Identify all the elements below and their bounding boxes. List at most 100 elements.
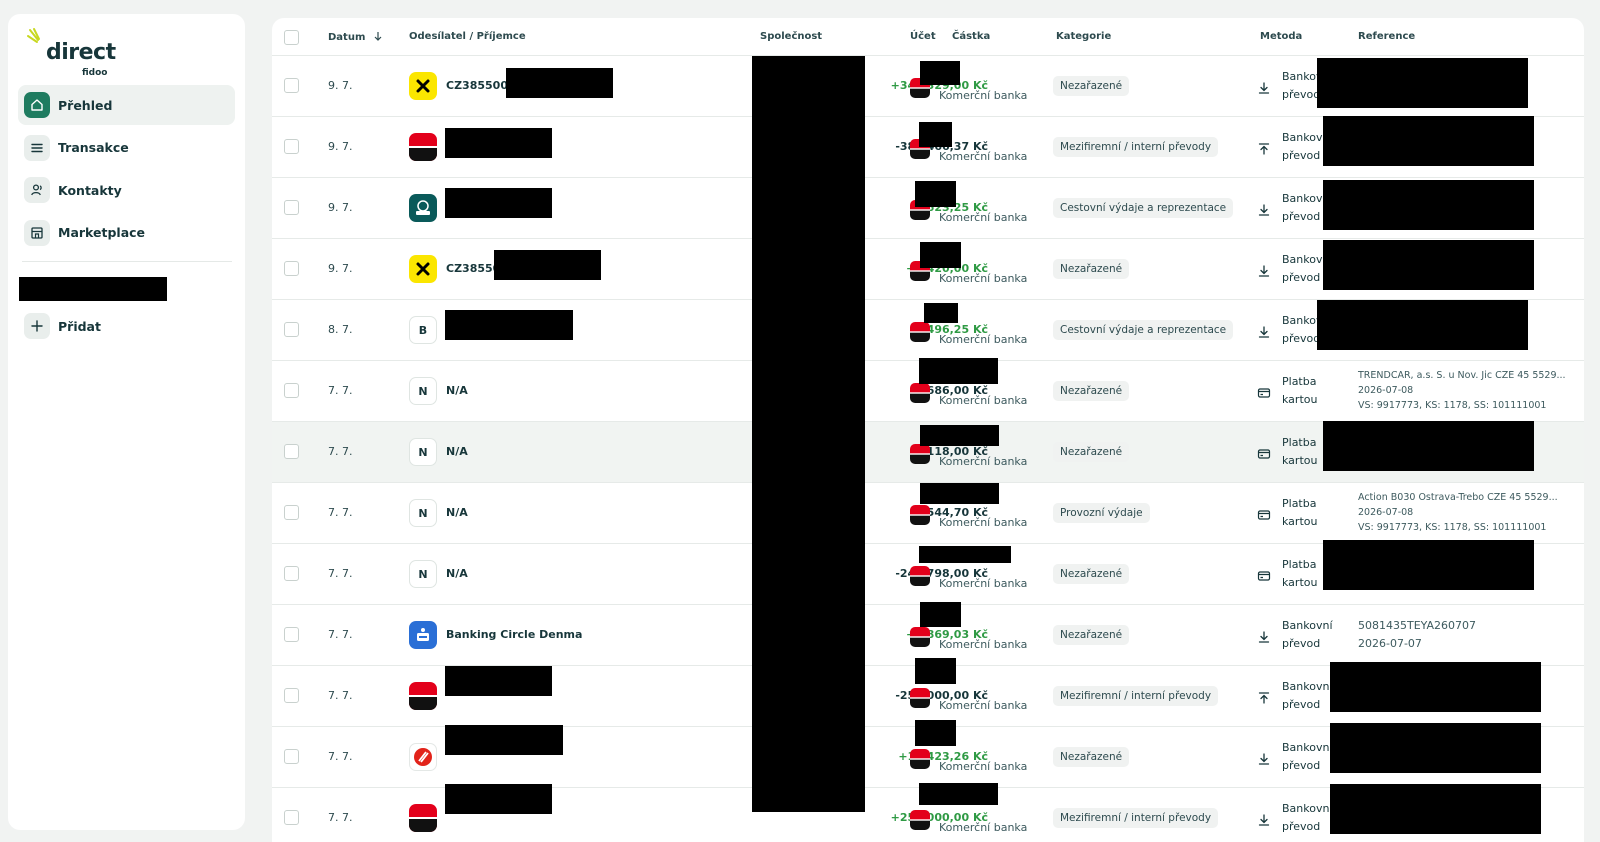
row-bank-name: Komerční banka [939,455,1028,468]
row-bank-name: Komerční banka [939,699,1028,712]
plus-icon [24,313,50,339]
row-checkbox[interactable] [284,261,299,276]
redacted-account [920,602,961,627]
redacted-reference [1323,116,1534,166]
redacted-party [445,725,563,755]
row-checkbox[interactable] [284,139,299,154]
row-category-badge[interactable]: Nezařazené [1053,442,1130,462]
row-reference-line: Action B030 Ostrava-Trebo CZE 45 5529... [1358,492,1558,503]
row-category-badge[interactable]: Nezařazené [1053,747,1130,767]
redacted-reference [1330,784,1541,834]
row-bank-name: Komerční banka [939,272,1028,285]
header-category[interactable]: Kategorie [1056,31,1111,42]
sidebar-item-kontakty[interactable]: Kontakty [18,170,235,210]
row-method-line2: kartou [1282,393,1318,406]
row-category-badge[interactable]: Provozní výdaje [1053,503,1150,523]
add-button[interactable]: Přidat [24,313,101,339]
row-category-badge[interactable]: Nezařazené [1053,381,1130,401]
row-category-badge[interactable]: Mezifiremní / interní převody [1053,686,1219,706]
sidebar-divider [22,261,232,262]
sidebar-item-marketplace[interactable]: Marketplace [18,213,235,253]
row-category-badge[interactable]: Nezařazené [1053,625,1130,645]
row-method-line1: Bankovní [1282,680,1333,693]
row-party-name: N/A [446,384,468,397]
row-method: Bankovní převod [1282,617,1333,653]
download-icon [1257,202,1271,216]
row-reference-line: 2026-07-08 [1358,385,1414,396]
row-checkbox[interactable] [284,383,299,398]
redacted-party [445,784,552,814]
header-reference[interactable]: Reference [1358,31,1415,42]
row-method-line2: převod [1282,759,1321,772]
sidebar-item-label: Marketplace [58,225,146,240]
row-method: Platba kartou [1282,373,1317,409]
download-icon [1257,812,1271,826]
redacted-reference [1323,240,1534,290]
header-company[interactable]: Společnost [760,31,822,42]
komercni-banka-logo-icon [910,627,930,647]
row-checkbox[interactable] [284,78,299,93]
row-method-line1: Platba [1282,558,1317,571]
row-party-name: N/A [446,567,468,580]
select-all-checkbox[interactable] [284,30,299,45]
row-category-badge[interactable]: Cestovní výdaje a reprezentace [1053,320,1234,340]
komercni-banka-logo-icon [910,810,930,830]
row-category-badge[interactable]: Cestovní výdaje a reprezentace [1053,198,1234,218]
row-category-badge[interactable]: Nezařazené [1053,259,1130,279]
row-reference: Action B030 Ostrava-Trebo CZE 45 5529...… [1358,490,1558,535]
list-icon [24,134,50,161]
row-party-name: N/A [446,445,468,458]
row-category-badge[interactable]: Mezifiremní / interní převody [1053,137,1219,157]
letter-avatar: N [409,438,437,466]
row-category-badge[interactable]: Nezařazené [1053,564,1130,584]
row-checkbox[interactable] [284,749,299,764]
header-amount[interactable]: Částka [952,31,990,42]
upload-icon [1257,141,1271,155]
row-category-badge[interactable]: Nezařazené [1053,76,1130,96]
row-reference-line: 2026-07-07 [1358,637,1422,650]
row-method: Bankovní převod [1282,800,1333,836]
redacted-reference [1323,180,1534,230]
raiffeisen-logo-icon [409,255,437,283]
redacted-account [924,303,958,323]
row-checkbox[interactable] [284,444,299,459]
row-checkbox[interactable] [284,810,299,825]
row-method-line1: Platba [1282,375,1317,388]
redacted-account [919,122,952,147]
row-checkbox[interactable] [284,200,299,215]
row-checkbox[interactable] [284,688,299,703]
redacted-party [445,310,573,340]
sidebar-nav: Přehled Transakce Kontakty Marketplace [18,85,235,255]
row-checkbox[interactable] [284,322,299,337]
row-checkbox[interactable] [284,627,299,642]
row-reference: TRENDCAR, a.s. S. u Nov. Jic CZE 45 5529… [1358,368,1566,413]
header-party[interactable]: Odesílatel / Příjemce [409,31,526,42]
row-party-name: Banking Circle Denma [446,628,583,641]
header-account[interactable]: Účet [910,31,936,42]
row-method-line1: Bankovní [1282,741,1333,754]
sidebar-item-transakce[interactable]: Transakce [18,128,235,168]
sidebar: direct fidoo Přehled Transakce Kontakty [8,14,245,830]
redacted-reference [1323,421,1534,471]
row-checkbox[interactable] [284,505,299,520]
table-header: Datum Odesílatel / Příjemce Částka Spole… [272,18,1584,56]
row-method-line2: kartou [1282,576,1318,589]
row-method: Bankovní převod [1282,739,1333,775]
row-date: 7. 7. [328,506,353,519]
redacted-reference [1330,662,1541,712]
redacted-party [494,250,601,280]
sidebar-item-prehled[interactable]: Přehled [18,85,235,125]
download-icon [1257,324,1271,338]
sparkasse-logo-icon [409,621,437,649]
header-date[interactable]: Datum [328,31,383,43]
row-reference-line: 2026-07-08 [1358,507,1414,518]
row-method: Platba kartou [1282,556,1317,592]
download-icon [1257,263,1271,277]
header-method[interactable]: Metoda [1260,31,1302,42]
brand-logo[interactable]: direct fidoo [24,26,124,90]
redacted-party [445,188,552,218]
store-icon [24,219,50,246]
card-icon [1257,446,1271,460]
row-checkbox[interactable] [284,566,299,581]
row-category-badge[interactable]: Mezifiremní / interní převody [1053,808,1219,828]
